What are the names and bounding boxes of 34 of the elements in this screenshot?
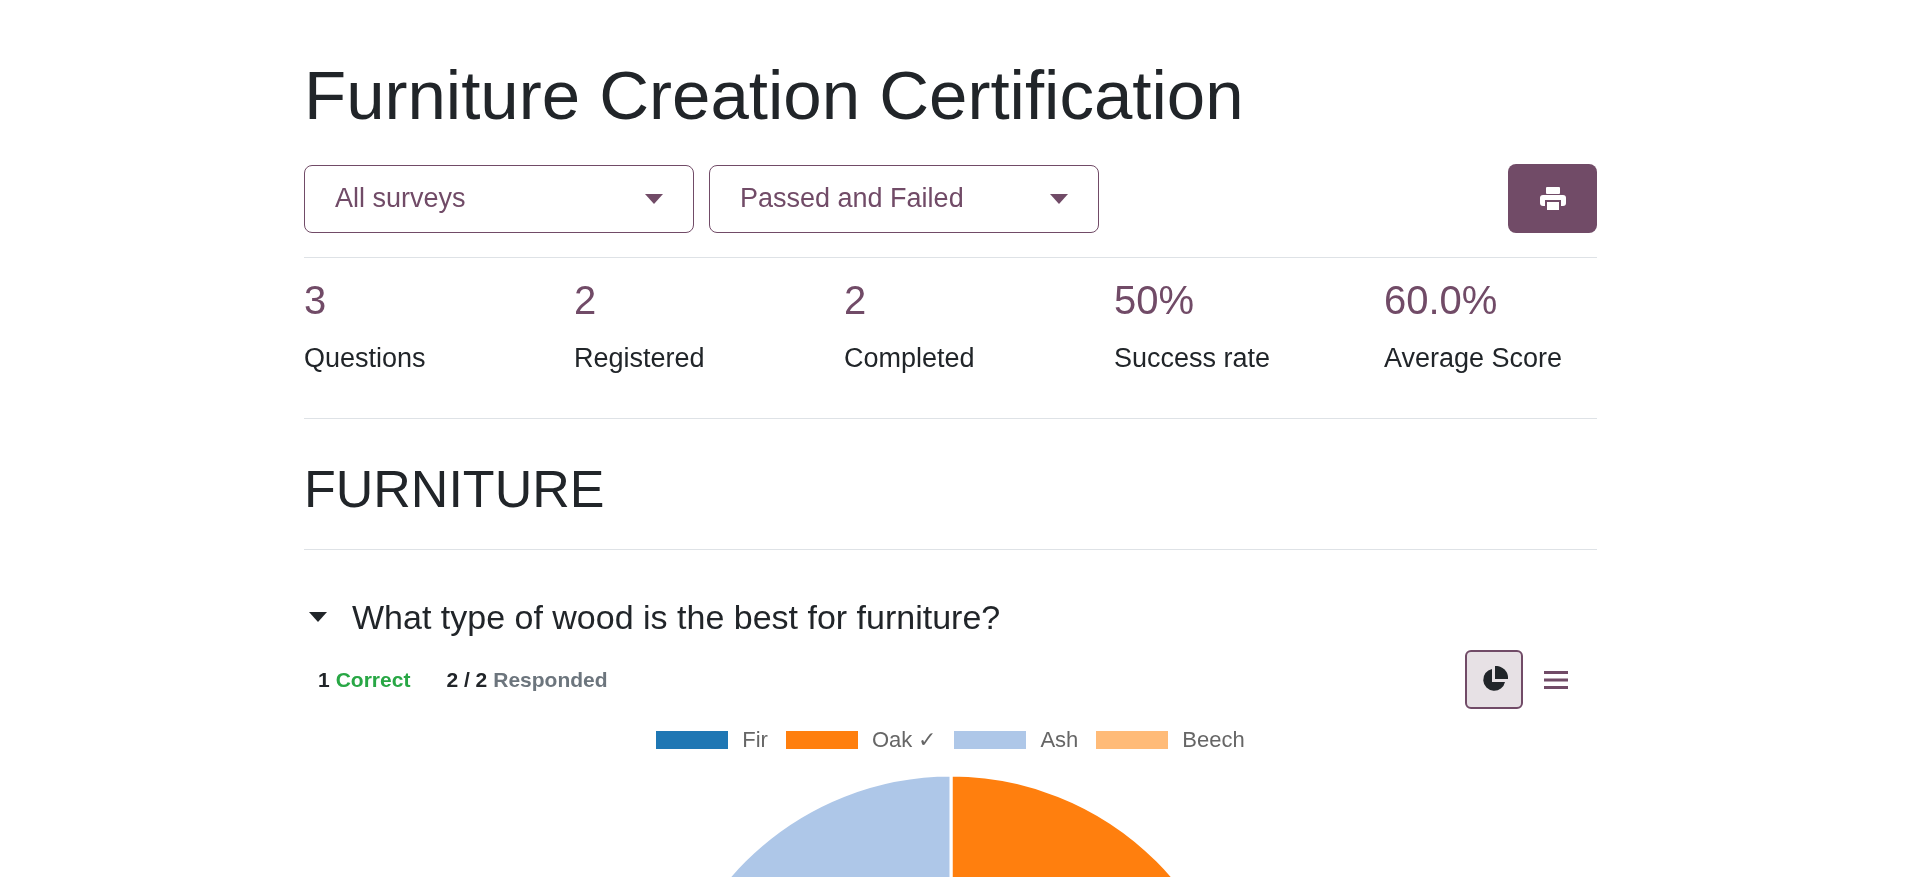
- question-title: What type of wood is the best for furniture?: [352, 597, 1001, 638]
- stat-value: 3: [304, 277, 328, 324]
- section-title: FURNITURE: [304, 419, 1597, 550]
- stat-label: Average Score: [1384, 342, 1564, 374]
- stat-value: 2: [574, 277, 598, 324]
- page-title: Furniture Creation Certification: [304, 58, 1245, 134]
- legend-swatch[interactable]: [785, 731, 858, 749]
- stat-value: 50%: [1114, 277, 1196, 324]
- stat-value: 60.0%: [1384, 277, 1499, 324]
- stat-label: Completed: [844, 342, 976, 374]
- print-button[interactable]: [1508, 164, 1597, 233]
- legend-swatch[interactable]: [1096, 731, 1169, 749]
- filter-dropdown[interactable]: All surveys: [304, 164, 694, 233]
- legend-swatch[interactable]: [656, 731, 729, 749]
- stat-value: 2: [844, 277, 868, 324]
- stat-label: Registered: [574, 342, 706, 374]
- correct-count: 1: [318, 667, 330, 692]
- filter-dropdown[interactable]: Passed and Failed: [709, 164, 1099, 233]
- legend-label[interactable]: Beech: [1182, 727, 1245, 753]
- printer-icon: [1538, 185, 1567, 212]
- pie-chart-icon: [1480, 665, 1508, 694]
- menu-icon: [1544, 669, 1568, 690]
- legend-label[interactable]: Oak ✓: [871, 727, 937, 753]
- responded-label: Responded: [493, 667, 608, 692]
- caret-icon: [1050, 193, 1068, 204]
- caret-icon: [645, 193, 663, 204]
- stat-label: Success rate: [1114, 342, 1272, 374]
- legend-swatch[interactable]: [954, 731, 1027, 749]
- responded-count: 2 / 2: [446, 667, 488, 692]
- legend-label[interactable]: Ash: [1040, 727, 1079, 753]
- view-toggle[interactable]: [1465, 650, 1523, 709]
- correct-label: Correct: [335, 667, 411, 692]
- legend-label[interactable]: Fir: [742, 727, 768, 753]
- stat-label: Questions: [304, 342, 427, 374]
